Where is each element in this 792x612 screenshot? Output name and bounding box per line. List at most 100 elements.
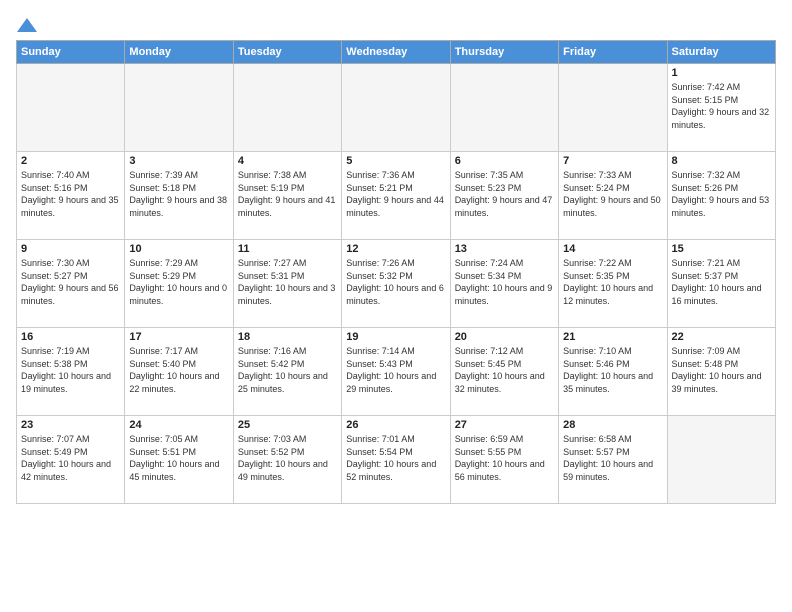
calendar-cell <box>559 64 667 152</box>
day-info: Sunrise: 7:32 AM Sunset: 5:26 PM Dayligh… <box>672 169 771 219</box>
calendar-cell: 21 Sunrise: 7:10 AM Sunset: 5:46 PM Dayli… <box>559 328 667 416</box>
day-info: Sunrise: 7:24 AM Sunset: 5:34 PM Dayligh… <box>455 257 554 307</box>
day-number: 26 <box>346 419 445 431</box>
day-info: Sunrise: 7:19 AM Sunset: 5:38 PM Dayligh… <box>21 345 120 395</box>
day-number: 13 <box>455 243 554 255</box>
page: SundayMondayTuesdayWednesdayThursdayFrid… <box>0 0 792 612</box>
weekday-sunday: Sunday <box>17 41 125 64</box>
day-number: 6 <box>455 155 554 167</box>
calendar-cell: 15 Sunrise: 7:21 AM Sunset: 5:37 PM Dayli… <box>667 240 775 328</box>
calendar-cell: 26 Sunrise: 7:01 AM Sunset: 5:54 PM Dayli… <box>342 416 450 504</box>
day-number: 9 <box>21 243 120 255</box>
day-number: 28 <box>563 419 662 431</box>
day-number: 8 <box>672 155 771 167</box>
calendar-cell: 3 Sunrise: 7:39 AM Sunset: 5:18 PM Daylig… <box>125 152 233 240</box>
week-row-0: 1 Sunrise: 7:42 AM Sunset: 5:15 PM Daylig… <box>17 64 776 152</box>
week-row-2: 9 Sunrise: 7:30 AM Sunset: 5:27 PM Daylig… <box>17 240 776 328</box>
day-info: Sunrise: 7:36 AM Sunset: 5:21 PM Dayligh… <box>346 169 445 219</box>
calendar-table: SundayMondayTuesdayWednesdayThursdayFrid… <box>16 40 776 504</box>
day-number: 25 <box>238 419 337 431</box>
week-row-3: 16 Sunrise: 7:19 AM Sunset: 5:38 PM Dayli… <box>17 328 776 416</box>
calendar-cell <box>233 64 341 152</box>
calendar-cell: 18 Sunrise: 7:16 AM Sunset: 5:42 PM Dayli… <box>233 328 341 416</box>
day-number: 20 <box>455 331 554 343</box>
day-number: 10 <box>129 243 228 255</box>
day-info: Sunrise: 7:35 AM Sunset: 5:23 PM Dayligh… <box>455 169 554 219</box>
calendar-cell: 23Sunrise: 7:07 AM Sunset: 5:49 PM Dayli… <box>17 416 125 504</box>
logo-icon <box>17 16 37 34</box>
day-info: Sunrise: 7:03 AM Sunset: 5:52 PM Dayligh… <box>238 433 337 483</box>
day-info: Sunrise: 7:26 AM Sunset: 5:32 PM Dayligh… <box>346 257 445 307</box>
day-number: 12 <box>346 243 445 255</box>
day-number: 17 <box>129 331 228 343</box>
day-info: Sunrise: 7:01 AM Sunset: 5:54 PM Dayligh… <box>346 433 445 483</box>
day-info: Sunrise: 6:59 AM Sunset: 5:55 PM Dayligh… <box>455 433 554 483</box>
day-info: Sunrise: 7:21 AM Sunset: 5:37 PM Dayligh… <box>672 257 771 307</box>
calendar-cell: 24Sunrise: 7:05 AM Sunset: 5:51 PM Dayli… <box>125 416 233 504</box>
calendar-cell <box>17 64 125 152</box>
calendar-cell: 28 Sunrise: 6:58 AM Sunset: 5:57 PM Dayli… <box>559 416 667 504</box>
calendar-cell: 5 Sunrise: 7:36 AM Sunset: 5:21 PM Daylig… <box>342 152 450 240</box>
calendar-cell: 20 Sunrise: 7:12 AM Sunset: 5:45 PM Dayli… <box>450 328 558 416</box>
calendar-cell: 12 Sunrise: 7:26 AM Sunset: 5:32 PM Dayli… <box>342 240 450 328</box>
weekday-thursday: Thursday <box>450 41 558 64</box>
calendar-cell: 13 Sunrise: 7:24 AM Sunset: 5:34 PM Dayli… <box>450 240 558 328</box>
day-info: Sunrise: 7:39 AM Sunset: 5:18 PM Dayligh… <box>129 169 228 219</box>
day-info: Sunrise: 7:29 AM Sunset: 5:29 PM Dayligh… <box>129 257 228 307</box>
calendar-cell <box>450 64 558 152</box>
day-number: 14 <box>563 243 662 255</box>
calendar-cell: 11 Sunrise: 7:27 AM Sunset: 5:31 PM Dayli… <box>233 240 341 328</box>
day-info: Sunrise: 7:12 AM Sunset: 5:45 PM Dayligh… <box>455 345 554 395</box>
calendar-cell: 6 Sunrise: 7:35 AM Sunset: 5:23 PM Daylig… <box>450 152 558 240</box>
day-info: Sunrise: 7:30 AM Sunset: 5:27 PM Dayligh… <box>21 257 120 307</box>
day-number: 1 <box>672 67 771 79</box>
day-number: 16 <box>21 331 120 343</box>
day-number: 24 <box>129 419 228 431</box>
calendar-cell: 22 Sunrise: 7:09 AM Sunset: 5:48 PM Dayli… <box>667 328 775 416</box>
day-info: Sunrise: 7:17 AM Sunset: 5:40 PM Dayligh… <box>129 345 228 395</box>
day-number: 19 <box>346 331 445 343</box>
calendar-cell <box>667 416 775 504</box>
day-number: 11 <box>238 243 337 255</box>
calendar-cell: 8 Sunrise: 7:32 AM Sunset: 5:26 PM Daylig… <box>667 152 775 240</box>
day-info: Sunrise: 7:42 AM Sunset: 5:15 PM Dayligh… <box>672 81 771 131</box>
day-number: 5 <box>346 155 445 167</box>
day-number: 7 <box>563 155 662 167</box>
day-info: Sunrise: 7:16 AM Sunset: 5:42 PM Dayligh… <box>238 345 337 395</box>
day-number: 4 <box>238 155 337 167</box>
day-info: Sunrise: 7:14 AM Sunset: 5:43 PM Dayligh… <box>346 345 445 395</box>
day-info: Sunrise: 6:58 AM Sunset: 5:57 PM Dayligh… <box>563 433 662 483</box>
calendar-cell: 17 Sunrise: 7:17 AM Sunset: 5:40 PM Dayli… <box>125 328 233 416</box>
weekday-saturday: Saturday <box>667 41 775 64</box>
calendar-cell <box>342 64 450 152</box>
weekday-friday: Friday <box>559 41 667 64</box>
day-number: 21 <box>563 331 662 343</box>
day-info: Sunrise: 7:27 AM Sunset: 5:31 PM Dayligh… <box>238 257 337 307</box>
day-info: Sunrise: 7:33 AM Sunset: 5:24 PM Dayligh… <box>563 169 662 219</box>
day-number: 15 <box>672 243 771 255</box>
day-info: Sunrise: 7:38 AM Sunset: 5:19 PM Dayligh… <box>238 169 337 219</box>
week-row-1: 2 Sunrise: 7:40 AM Sunset: 5:16 PM Daylig… <box>17 152 776 240</box>
weekday-wednesday: Wednesday <box>342 41 450 64</box>
day-number: 3 <box>129 155 228 167</box>
day-info: Sunrise: 7:40 AM Sunset: 5:16 PM Dayligh… <box>21 169 120 219</box>
calendar-cell: 2 Sunrise: 7:40 AM Sunset: 5:16 PM Daylig… <box>17 152 125 240</box>
day-number: 23 <box>21 419 120 431</box>
day-info: Sunrise: 7:10 AM Sunset: 5:46 PM Dayligh… <box>563 345 662 395</box>
day-info: Sunrise: 7:22 AM Sunset: 5:35 PM Dayligh… <box>563 257 662 307</box>
weekday-header-row: SundayMondayTuesdayWednesdayThursdayFrid… <box>17 41 776 64</box>
calendar-cell: 10 Sunrise: 7:29 AM Sunset: 5:29 PM Dayli… <box>125 240 233 328</box>
calendar-cell: 25 Sunrise: 7:03 AM Sunset: 5:52 PM Dayli… <box>233 416 341 504</box>
calendar-cell: 16 Sunrise: 7:19 AM Sunset: 5:38 PM Dayli… <box>17 328 125 416</box>
calendar-cell: 4 Sunrise: 7:38 AM Sunset: 5:19 PM Daylig… <box>233 152 341 240</box>
day-info: Sunrise: 7:09 AM Sunset: 5:48 PM Dayligh… <box>672 345 771 395</box>
day-number: 2 <box>21 155 120 167</box>
day-number: 22 <box>672 331 771 343</box>
day-number: 18 <box>238 331 337 343</box>
weekday-tuesday: Tuesday <box>233 41 341 64</box>
header <box>16 16 776 30</box>
calendar-cell: 7 Sunrise: 7:33 AM Sunset: 5:24 PM Daylig… <box>559 152 667 240</box>
calendar-cell: 9 Sunrise: 7:30 AM Sunset: 5:27 PM Daylig… <box>17 240 125 328</box>
calendar-cell: 19 Sunrise: 7:14 AM Sunset: 5:43 PM Dayli… <box>342 328 450 416</box>
week-row-4: 23Sunrise: 7:07 AM Sunset: 5:49 PM Dayli… <box>17 416 776 504</box>
